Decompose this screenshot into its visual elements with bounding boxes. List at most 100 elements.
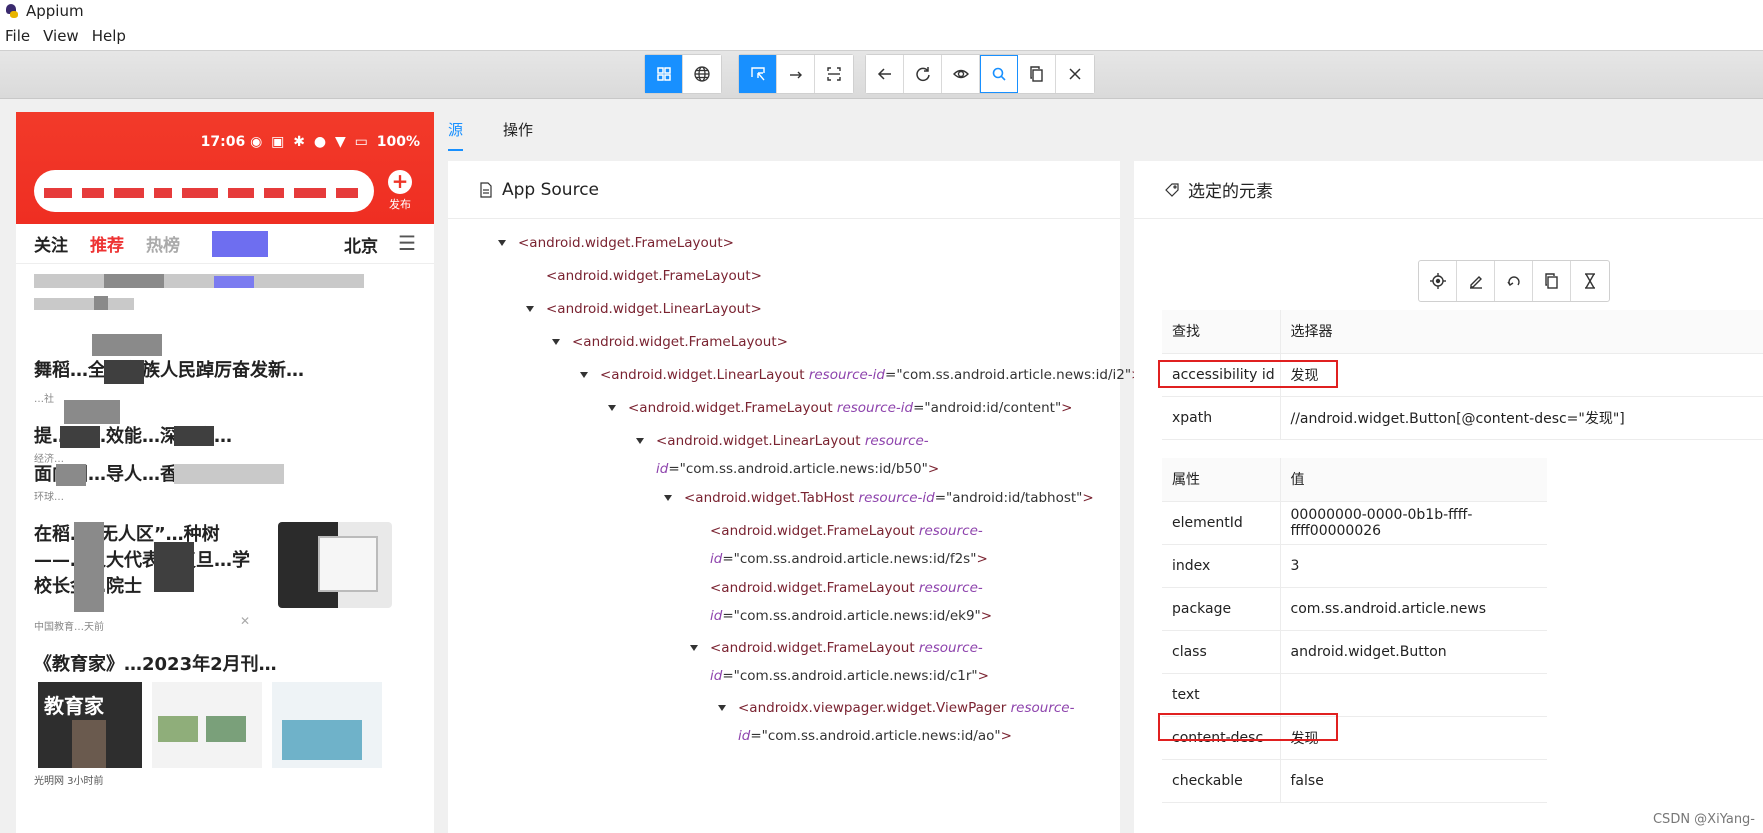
tree-node[interactable]: <android.widget.FrameLayout>	[552, 328, 788, 356]
select-elements-button[interactable]	[739, 55, 777, 93]
attribute-value: 00000000-0000-0b1b-ffff-ffff00000026	[1280, 501, 1547, 545]
news-item[interactable]: 提…治…效能…深刻变… 经济…	[34, 424, 416, 465]
tree-node[interactable]: <android.widget.FrameLayout resource-id=…	[710, 574, 992, 630]
appium-logo-icon	[4, 3, 20, 19]
tap-coordinates-button[interactable]	[815, 55, 853, 93]
caret-down-icon[interactable]	[690, 645, 698, 651]
tree-node[interactable]: <android.widget.FrameLayout resource-id=…	[710, 517, 988, 573]
search-elements-button[interactable]	[980, 55, 1018, 93]
value-header: 值	[1280, 458, 1547, 502]
tree-node[interactable]: <android.widget.FrameLayout>	[546, 262, 762, 290]
tap-element-button[interactable]	[1419, 261, 1457, 301]
caret-down-icon[interactable]	[608, 405, 616, 411]
copy-xml-button[interactable]	[1018, 55, 1056, 93]
web-mode-button[interactable]	[683, 55, 721, 93]
tree-node[interactable]: <android.widget.TabHost resource-id="and…	[664, 484, 1094, 512]
news-item[interactable]: 在稻…“无人区”…种树——…人大代表、复旦…学校长金…院士 中国教育…天前 ✕	[34, 522, 416, 652]
copy-icon	[1029, 66, 1043, 82]
refresh-button[interactable]	[904, 55, 942, 93]
swipe-button[interactable]	[777, 55, 815, 93]
caret-down-icon[interactable]	[636, 438, 644, 444]
device-tab-follow[interactable]: 关注	[34, 231, 68, 256]
attribute-table: 属性 值 elementId 00000000-0000-0b1b-ffff-ff…	[1162, 458, 1547, 803]
tree-node-tag: <android.widget.TabHost	[684, 490, 855, 506]
news-thumbnail	[278, 522, 392, 608]
device-tab-recommend[interactable]: 推荐	[90, 231, 124, 256]
tree-node-tag: <android.widget.FrameLayout	[710, 523, 915, 539]
tab-actions[interactable]: 操作	[503, 112, 533, 151]
selector-row[interactable]: xpath //android.widget.Button[@content-d…	[1162, 396, 1763, 440]
send-keys-button[interactable]	[1457, 261, 1495, 301]
refresh-icon	[915, 67, 930, 82]
inspector-toolbar	[0, 50, 1763, 99]
device-tab-hot[interactable]: 热榜	[146, 231, 180, 256]
tree-node-tag: <android.widget.FrameLayout>	[518, 235, 734, 251]
selected-element-title: 选定的元素	[1188, 182, 1273, 202]
tree-node-tag: <android.widget.FrameLayout>	[546, 268, 762, 284]
menu-file[interactable]: File	[0, 27, 38, 45]
device-publish-button[interactable]: + 发布	[380, 170, 420, 212]
tree-node-end: >	[977, 668, 989, 684]
caret-down-icon[interactable]	[664, 495, 672, 501]
back-button[interactable]	[866, 55, 904, 93]
news-item[interactable]: 舞稻…全…各族人民踔厉奋发新… …社	[34, 334, 416, 424]
tree-node[interactable]: <android.widget.LinearLayout resource-id…	[580, 361, 1142, 389]
device-tab-city[interactable]: 北京	[344, 232, 378, 257]
tree-node-value: "com.ss.android.article.news:id/f2s"	[733, 551, 977, 567]
app-source-title: App Source	[502, 179, 600, 200]
caret-down-icon[interactable]	[580, 372, 588, 378]
tree-node[interactable]: <android.widget.LinearLayout resource-id…	[636, 427, 939, 483]
inspector-tabs: 源 操作	[448, 112, 573, 151]
tree-node[interactable]: <android.widget.LinearLayout>	[526, 295, 762, 323]
menu-help[interactable]: Help	[87, 27, 134, 45]
tree-node-attr-cont: id	[710, 551, 723, 567]
tree-node-attr: resource-id	[836, 400, 914, 416]
hourglass-icon	[1585, 273, 1595, 289]
attribute-key: elementId	[1162, 501, 1281, 545]
tree-node-attr: resource-	[864, 433, 929, 449]
news-headline: 在稻…“无人区”…种树——…人大代表、复旦…学校长金…院士	[34, 524, 250, 597]
caret-down-icon[interactable]	[526, 306, 534, 312]
close-icon	[1069, 68, 1081, 80]
tree-node[interactable]: <androidx.viewpager.widget.ViewPager res…	[718, 694, 1074, 750]
news-item[interactable]: 面向国…导人…香乡… 环球…	[34, 462, 416, 522]
tree-node[interactable]: <android.widget.FrameLayout resource-id=…	[690, 634, 989, 690]
menu-view[interactable]: View	[38, 27, 87, 45]
attribute-row: checkable false	[1162, 759, 1547, 803]
dismiss-icon[interactable]: ✕	[240, 614, 250, 628]
device-status-bar: 17:06 ◉ ▣ ✱ ● ▼ ▭ 100%	[200, 134, 420, 150]
news-meta: 光明网 3小时前	[34, 776, 104, 787]
native-mode-button[interactable]	[645, 55, 683, 93]
attribute-key: class	[1162, 630, 1281, 674]
copy-icon	[1544, 273, 1558, 289]
tree-node-end: >	[1000, 728, 1012, 744]
app-source-header: App Source	[448, 161, 1120, 219]
attribute-value: false	[1280, 759, 1547, 803]
selector-value[interactable]: //android.widget.Button[@content-desc="发…	[1280, 396, 1763, 440]
selector-value[interactable]: 发现	[1280, 353, 1763, 397]
device-search-bar[interactable]	[34, 170, 374, 212]
tree-node-end: >	[1082, 490, 1094, 506]
device-screenshot[interactable]: 17:06 ◉ ▣ ✱ ● ▼ ▭ 100% + 发布 关注 推荐 热榜 北京 …	[16, 112, 434, 833]
hamburger-icon[interactable]: ☰	[398, 231, 416, 255]
toggle-visibility-button[interactable]	[942, 55, 980, 93]
menubar: File View Help	[0, 22, 1763, 50]
caret-down-icon[interactable]	[552, 339, 560, 345]
caret-down-icon[interactable]	[498, 240, 506, 246]
quit-session-button[interactable]	[1056, 55, 1094, 93]
tree-node-end: >	[980, 608, 993, 624]
tab-source[interactable]: 源	[448, 112, 464, 151]
tree-node[interactable]: <android.widget.FrameLayout>	[498, 229, 734, 257]
tree-node-attr: resource-	[918, 640, 983, 656]
news-item[interactable]	[34, 264, 416, 334]
tree-node[interactable]: <android.widget.FrameLayout resource-id=…	[608, 394, 1072, 422]
tree-node-value: "com.ss.android.article.news:id/ao"	[761, 728, 1001, 744]
caret-down-icon[interactable]	[718, 705, 726, 711]
attribute-key: checkable	[1162, 759, 1281, 803]
news-item[interactable]: 《教育家》…2023年2月刊… 教育家 光明网 3小时前	[34, 652, 416, 787]
get-timing-button[interactable]	[1571, 261, 1609, 301]
copy-attributes-button[interactable]	[1533, 261, 1571, 301]
toolbar-session-group	[865, 54, 1095, 94]
clear-button[interactable]	[1495, 261, 1533, 301]
tree-node-tag: <android.widget.FrameLayout	[710, 640, 915, 656]
